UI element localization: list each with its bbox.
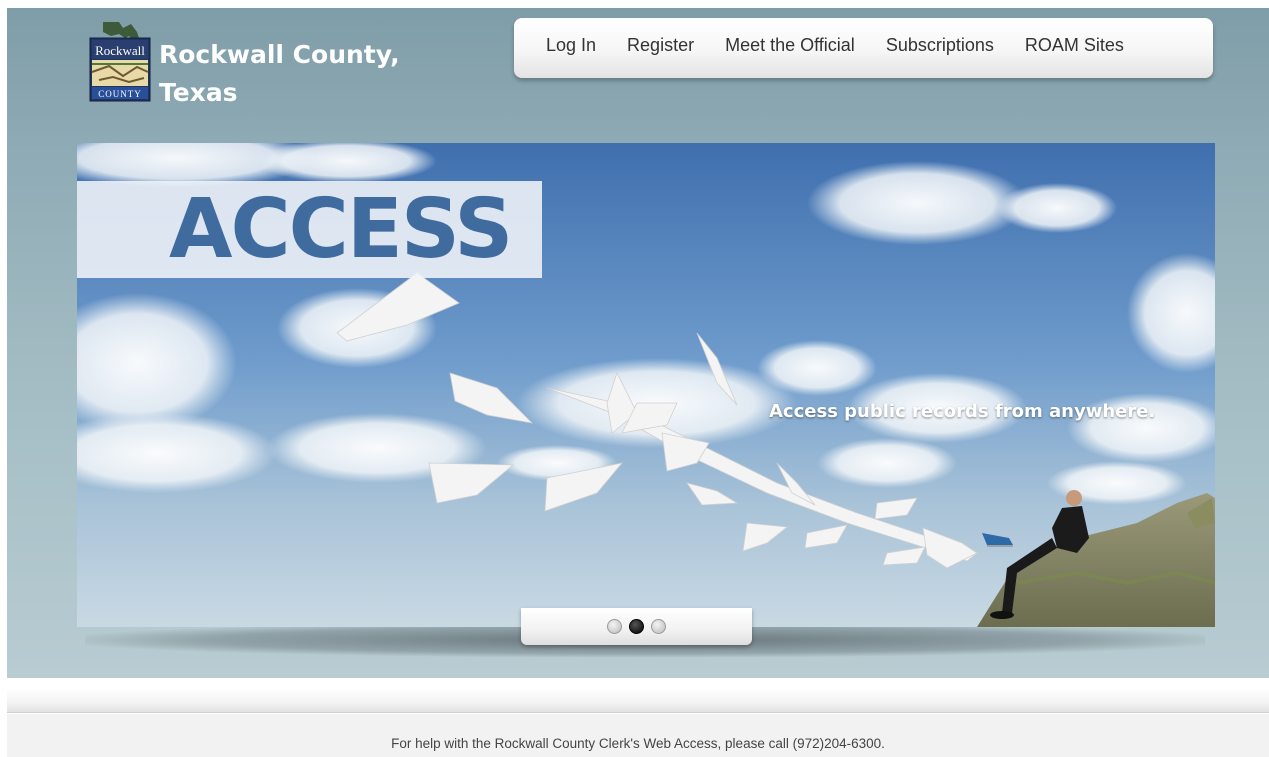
slide-dot-2[interactable]	[629, 619, 644, 634]
slide-dot-3[interactable]	[651, 619, 666, 634]
nav-register[interactable]: Register	[627, 35, 694, 56]
svg-text:COUNTY: COUNTY	[98, 89, 142, 99]
site-title-line2: Texas	[159, 78, 238, 107]
slide-pager	[521, 608, 752, 645]
site-title-line1: Rockwall County,	[159, 40, 400, 69]
main-nav: Log In Register Meet the Official Subscr…	[514, 18, 1213, 78]
headline-panel: ACCESS	[77, 181, 542, 278]
site-title[interactable]: Rockwall County, Texas	[159, 36, 479, 112]
county-seal-icon: Rockwall COUNTY	[89, 22, 151, 102]
svg-text:Rockwall: Rockwall	[95, 43, 145, 58]
slide-dot-1[interactable]	[607, 619, 622, 634]
nav-log-in[interactable]: Log In	[546, 35, 596, 56]
nav-meet-the-official[interactable]: Meet the Official	[725, 35, 855, 56]
nav-roam-sites[interactable]: ROAM Sites	[1025, 35, 1124, 56]
page-background: Rockwall COUNTY Rockwall County, Texas L…	[7, 8, 1269, 678]
hero-slide[interactable]: ACCESS Access public records from anywhe…	[77, 143, 1215, 627]
footer-bar	[7, 688, 1269, 713]
county-logo[interactable]: Rockwall COUNTY	[89, 20, 151, 105]
footer-help-text: For help with the Rockwall County Clerk'…	[391, 736, 885, 751]
nav-subscriptions[interactable]: Subscriptions	[886, 35, 994, 56]
headline-access: ACCESS	[169, 182, 513, 277]
hero-tagline: Access public records from anywhere.	[769, 401, 1156, 422]
